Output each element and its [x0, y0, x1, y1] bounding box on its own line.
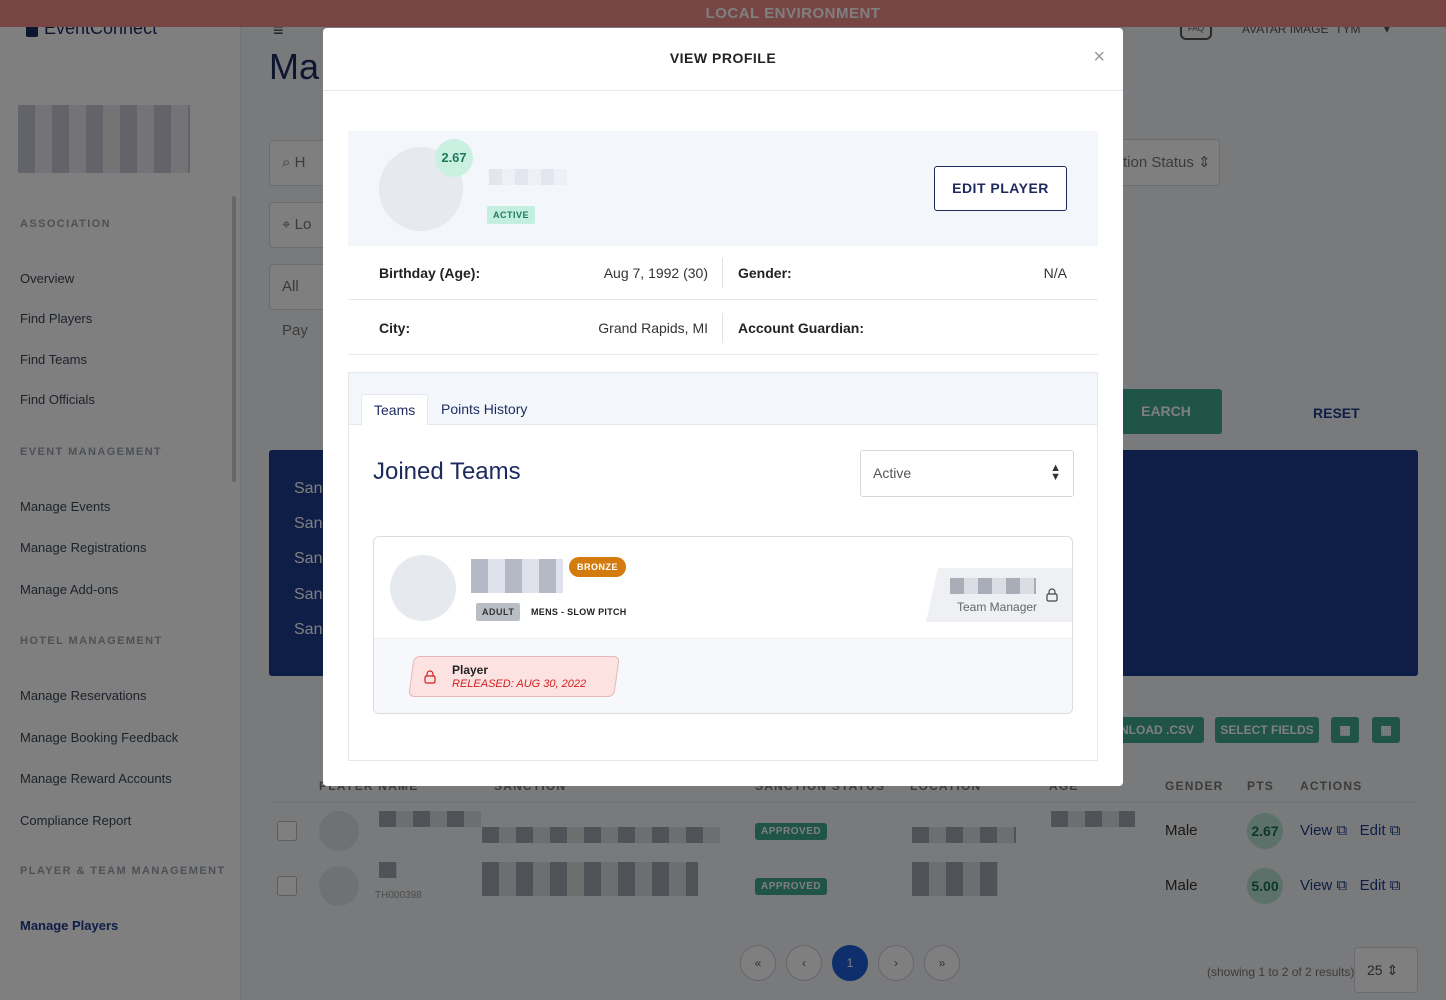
gender-label: Gender:: [738, 265, 792, 281]
modal-header: VIEW PROFILE ×: [323, 28, 1123, 91]
tab-bar: Teams Points History: [349, 373, 1097, 425]
tab-teams[interactable]: Teams: [361, 394, 429, 425]
lock-icon: [1046, 588, 1058, 602]
view-profile-modal: VIEW PROFILE × 2.67 ACTIVE EDIT PLAYER B…: [323, 28, 1123, 786]
profile-card: 2.67 ACTIVE EDIT PLAYER: [348, 131, 1098, 246]
team-card-header: BRONZE ADULT MENS - SLOW PITCH Team Mana…: [374, 537, 1072, 639]
player-release-status: RELEASED: AUG 30, 2022: [452, 678, 587, 690]
team-status-value: Active: [873, 465, 912, 481]
player-name-redacted: [489, 169, 567, 185]
close-icon[interactable]: ×: [1093, 46, 1105, 69]
modal-title: VIEW PROFILE: [669, 50, 777, 66]
player-role-pill: Player RELEASED: AUG 30, 2022: [408, 656, 620, 697]
status-badge: ACTIVE: [487, 206, 536, 224]
age-group-badge: ADULT: [476, 603, 521, 621]
team-status-select[interactable]: Active ▲ ▼: [860, 450, 1074, 497]
info-row-birthday-gender: Birthday (Age): Aug 7, 1992 (30) Gender:…: [348, 246, 1098, 300]
tier-badge: BRONZE: [569, 557, 626, 577]
guardian-label: Account Guardian:: [738, 320, 865, 336]
gender-value: N/A: [1043, 265, 1067, 281]
city-label: City:: [379, 320, 411, 336]
team-roster-area: Player RELEASED: AUG 30, 2022: [374, 639, 1072, 713]
team-name-redacted: [471, 559, 563, 593]
divider: [722, 258, 723, 288]
player-score-badge: 2.67: [435, 139, 473, 177]
manager-role: Team Manager: [957, 600, 1038, 614]
team-logo: [390, 555, 456, 621]
tab-points-history[interactable]: Points History: [429, 394, 539, 425]
info-row-city-guardian: City: Grand Rapids, MI Account Guardian:: [348, 301, 1098, 355]
division-label: MENS - SLOW PITCH: [531, 607, 627, 617]
team-card[interactable]: BRONZE ADULT MENS - SLOW PITCH Team Mana…: [373, 536, 1073, 714]
team-manager-box: Team Manager: [926, 568, 1072, 622]
divider: [722, 313, 723, 343]
joined-teams-title: Joined Teams: [373, 458, 521, 485]
manager-name-redacted: [950, 578, 1036, 594]
edit-player-button[interactable]: EDIT PLAYER: [934, 166, 1067, 211]
player-role: Player: [452, 663, 489, 677]
city-value: Grand Rapids, MI: [598, 320, 708, 336]
profile-tabs: Teams Points History Joined Teams Active…: [348, 372, 1098, 761]
birthday-value: Aug 7, 1992 (30): [603, 265, 708, 281]
select-arrows-icon: ▲ ▼: [1050, 462, 1061, 483]
birthday-label: Birthday (Age):: [379, 265, 481, 281]
lock-icon: [424, 670, 436, 684]
